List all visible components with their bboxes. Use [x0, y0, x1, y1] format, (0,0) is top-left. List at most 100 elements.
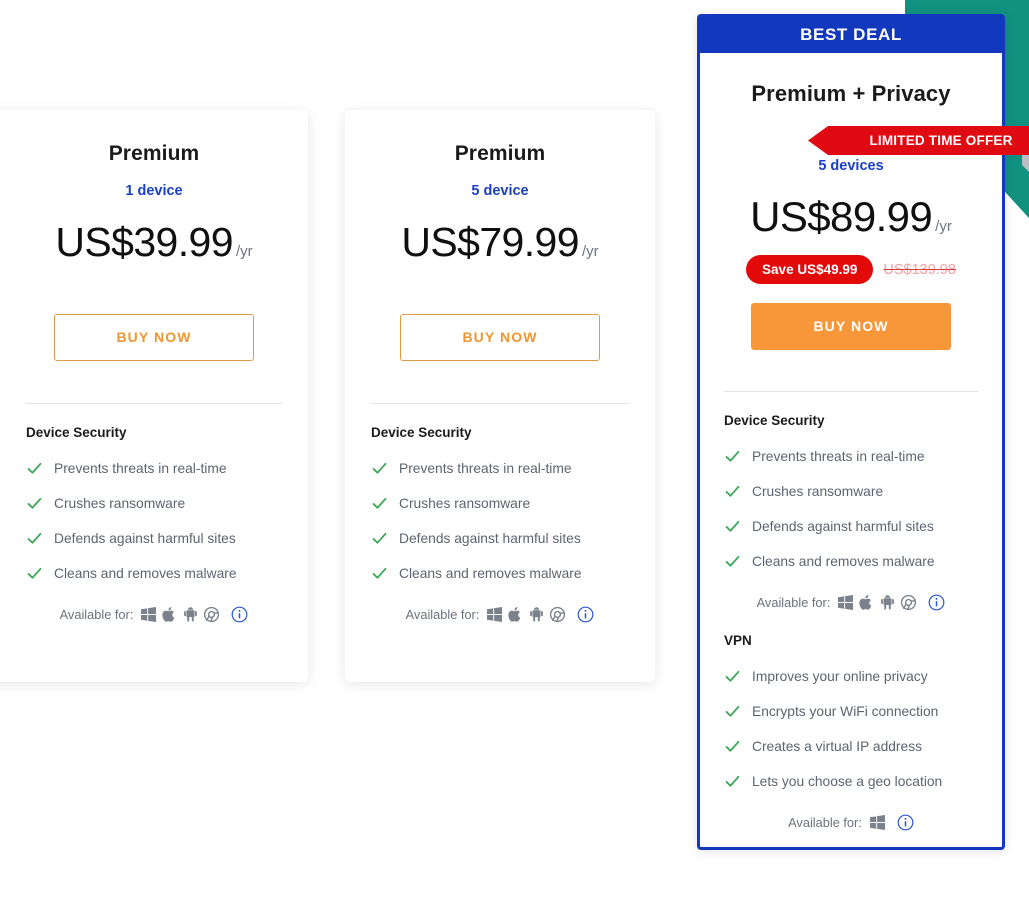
feature-item: Encrypts your WiFi connection [724, 694, 978, 729]
section-title-device-security: Device Security [26, 425, 127, 440]
feature-item: Cleans and removes malware [724, 544, 978, 579]
check-icon [725, 485, 740, 497]
windows-icon [141, 607, 157, 622]
check-icon [725, 670, 740, 682]
ribbon-label: LIMITED TIME OFFER [869, 133, 1013, 148]
buy-now-button[interactable]: BUY NOW [54, 314, 254, 361]
plan-price-period: /yr [235, 243, 253, 260]
plan-card-premium-5-device: Premium 5 device US$79.99/yr BUY NOW Dev… [345, 110, 655, 682]
check-icon [725, 450, 740, 462]
android-icon [530, 607, 544, 622]
available-label: Available for: [59, 607, 134, 622]
feature-label: Prevents threats in real-time [54, 461, 227, 476]
plan-price-row: US$39.99/yr [26, 219, 282, 266]
plan-price-row: US$89.99/yr [724, 193, 978, 241]
available-platforms-row: Available for: [371, 606, 629, 623]
feature-item: Crushes ransomware [371, 486, 629, 521]
section-divider [371, 403, 629, 404]
save-badge: Save US$49.99 [746, 255, 874, 284]
info-icon[interactable] [577, 606, 594, 623]
check-icon [372, 567, 387, 579]
feature-label: Creates a virtual IP address [752, 739, 922, 754]
chrome-icon [901, 595, 917, 610]
plan-name: Premium [454, 142, 546, 165]
plan-card-premium-1-device: Premium 1 device US$39.99/yr BUY NOW Dev… [0, 110, 308, 682]
plan-devices: 5 devices [818, 158, 884, 174]
check-icon [27, 462, 42, 474]
plan-devices: 5 device [471, 183, 529, 199]
pricing-page: Premium 1 device US$39.99/yr BUY NOW Dev… [0, 0, 1029, 913]
info-icon[interactable] [897, 814, 914, 831]
feature-list-vpn: Improves your online privacy Encrypts yo… [724, 659, 978, 799]
feature-list: Prevents threats in real-time Crushes ra… [26, 451, 282, 591]
check-icon [725, 555, 740, 567]
check-icon [372, 462, 387, 474]
feature-item: Creates a virtual IP address [724, 729, 978, 764]
feature-item: Defends against harmful sites [26, 521, 282, 556]
feature-label: Improves your online privacy [752, 669, 928, 684]
feature-item: Cleans and removes malware [371, 556, 629, 591]
available-platforms-row-vpn: Available for: [724, 814, 978, 831]
plan-price-period: /yr [935, 218, 952, 235]
check-icon [725, 775, 740, 787]
best-deal-banner: BEST DEAL [700, 17, 1002, 53]
available-platforms-row: Available for: [724, 594, 978, 611]
check-icon [725, 740, 740, 752]
available-label: Available for: [756, 595, 831, 610]
feature-label: Defends against harmful sites [54, 531, 236, 546]
apple-icon [508, 607, 521, 622]
plan-price: US$39.99 [55, 219, 233, 265]
buy-now-button[interactable]: BUY NOW [400, 314, 600, 361]
feature-label: Defends against harmful sites [399, 531, 581, 546]
windows-icon [869, 815, 885, 830]
section-divider [26, 403, 282, 404]
section-divider [724, 391, 978, 392]
section-title-vpn: VPN [724, 633, 752, 648]
plan-price: US$89.99 [750, 193, 933, 240]
plan-name: Premium + Privacy [751, 81, 951, 106]
feature-item: Lets you choose a geo location [724, 764, 978, 799]
feature-label: Crushes ransomware [752, 484, 884, 499]
feature-label: Crushes ransomware [399, 496, 531, 511]
feature-item: Crushes ransomware [26, 486, 282, 521]
chrome-icon [550, 607, 566, 622]
windows-icon [487, 607, 503, 622]
feature-label: Prevents threats in real-time [752, 449, 925, 464]
section-title-device-security: Device Security [371, 425, 472, 440]
feature-item: Cleans and removes malware [26, 556, 282, 591]
plan-price: US$79.99 [401, 219, 579, 265]
available-label: Available for: [788, 815, 862, 830]
check-icon [725, 520, 740, 532]
windows-icon [838, 595, 854, 610]
plan-name: Premium [108, 142, 200, 165]
feature-item: Prevents threats in real-time [371, 451, 629, 486]
ribbon-fold-shadow [1022, 155, 1029, 172]
feature-label: Cleans and removes malware [54, 566, 237, 581]
plan-price-row: US$79.99/yr [371, 219, 629, 266]
info-icon[interactable] [231, 606, 248, 623]
apple-icon [162, 607, 175, 622]
buy-now-button[interactable]: BUY NOW [751, 303, 951, 350]
savings-row: Save US$49.99 US$139.98 [724, 255, 978, 284]
feature-list-device-security: Prevents threats in real-time Crushes ra… [724, 439, 978, 579]
check-icon [27, 532, 42, 544]
android-icon [184, 607, 198, 622]
plan-card-premium-plus-privacy-featured: BEST DEAL Premium + Privacy 5 devices US… [697, 14, 1029, 850]
check-icon [372, 497, 387, 509]
info-icon[interactable] [928, 594, 945, 611]
apple-icon [859, 595, 872, 610]
plan-devices: 1 device [125, 183, 183, 199]
feature-item: Defends against harmful sites [371, 521, 629, 556]
chrome-icon [204, 607, 220, 622]
feature-label: Cleans and removes malware [752, 554, 935, 569]
feature-label: Crushes ransomware [54, 496, 186, 511]
check-icon [27, 497, 42, 509]
feature-label: Defends against harmful sites [752, 519, 934, 534]
feature-list: Prevents threats in real-time Crushes ra… [371, 451, 629, 591]
feature-label: Cleans and removes malware [399, 566, 582, 581]
feature-label: Encrypts your WiFi connection [752, 704, 939, 719]
check-icon [725, 705, 740, 717]
feature-item: Prevents threats in real-time [26, 451, 282, 486]
original-price: US$139.98 [883, 261, 956, 278]
feature-label: Lets you choose a geo location [752, 774, 943, 789]
